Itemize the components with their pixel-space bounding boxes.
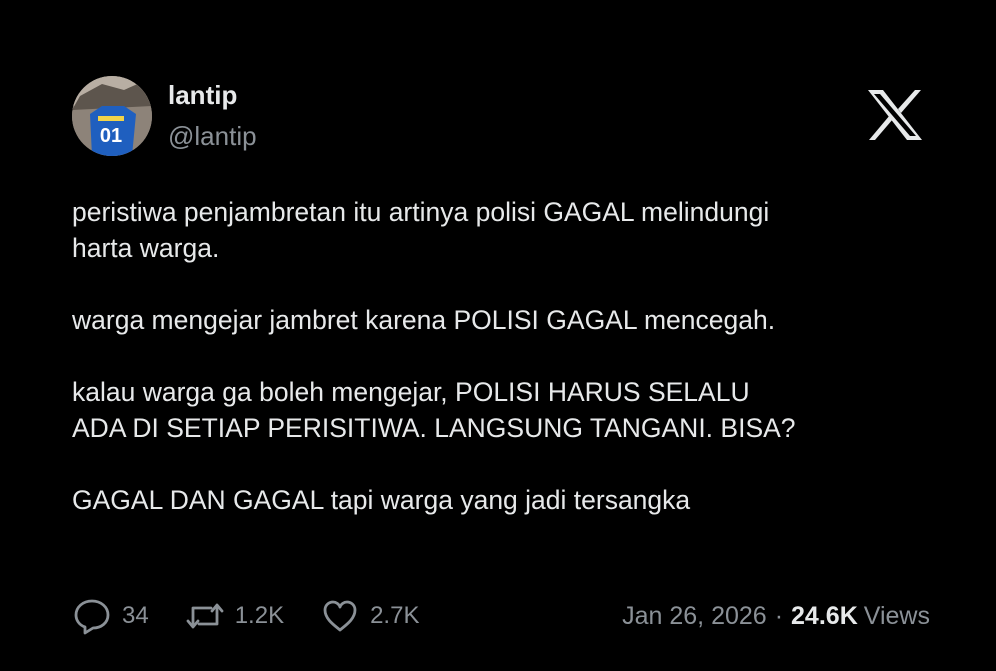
post-date[interactable]: Jan 26, 2026 bbox=[622, 602, 767, 631]
reply-button[interactable]: 34 bbox=[72, 596, 149, 636]
avatar-jersey-number: 01 bbox=[100, 125, 122, 147]
tweet-card: 01 lantip @lantip peristiwa penjambretan… bbox=[0, 0, 996, 671]
reply-count: 34 bbox=[122, 602, 149, 629]
like-count: 2.7K bbox=[370, 602, 420, 629]
tweet-text: peristiwa penjambretan itu artinya polis… bbox=[72, 194, 932, 554]
author-names: lantip @lantip bbox=[168, 79, 257, 153]
avatar[interactable]: 01 bbox=[72, 76, 152, 156]
author-display-name[interactable]: lantip bbox=[168, 79, 257, 111]
tweet-footer: 34 1.2K 2.7K Jan 26, 2026 · 24.6K Views bbox=[72, 596, 930, 636]
meta-separator: · bbox=[774, 601, 784, 630]
views-count: 24.6K bbox=[791, 601, 858, 630]
tweet-meta: Jan 26, 2026 · 24.6K Views bbox=[622, 602, 930, 631]
avatar-image: 01 bbox=[72, 76, 152, 156]
x-logo-icon[interactable] bbox=[866, 88, 924, 142]
tweet-paragraph-1: peristiwa penjambretan itu artinya polis… bbox=[72, 197, 770, 263]
tweet-header: 01 lantip @lantip bbox=[72, 76, 257, 156]
tweet-paragraph-2: warga mengejar jambret karena POLISI GAG… bbox=[72, 305, 776, 335]
views-label: Views bbox=[863, 601, 930, 630]
repost-count: 1.2K bbox=[234, 602, 285, 629]
repost-button[interactable]: 1.2K bbox=[185, 596, 284, 636]
like-button[interactable]: 2.7K bbox=[320, 596, 419, 636]
repost-icon bbox=[186, 603, 224, 629]
heart-icon bbox=[323, 600, 357, 632]
author-handle[interactable]: @lantip bbox=[168, 119, 257, 153]
tweet-paragraph-4: GAGAL DAN GAGAL tapi warga yang jadi ter… bbox=[72, 485, 691, 515]
reply-icon bbox=[74, 599, 110, 635]
tweet-paragraph-3: kalau warga ga boleh mengejar, POLISI HA… bbox=[72, 377, 796, 443]
